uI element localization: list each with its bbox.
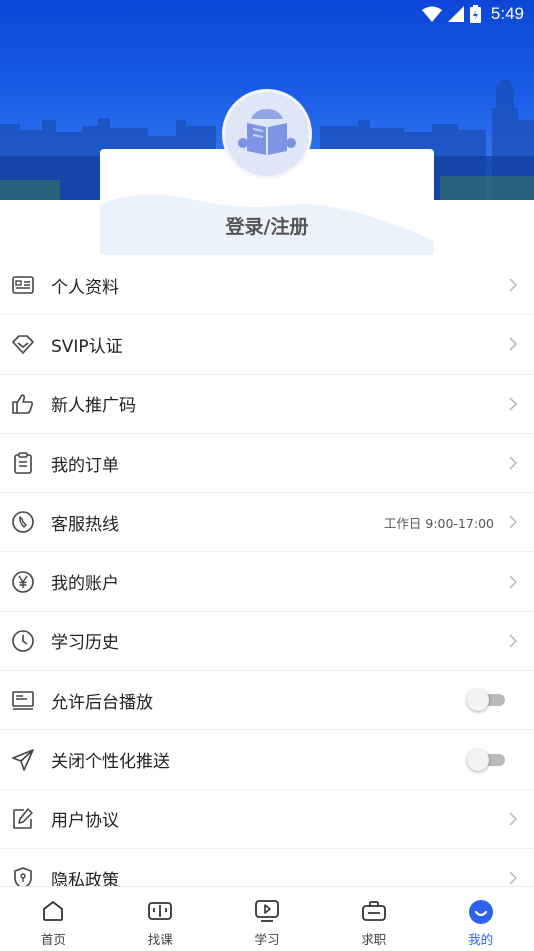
tab-label: 学习 [254,932,280,947]
settings-menu: 个人资料 SVIP认证 新人推广码 我的订单 客服热线 工作日 9:00-17:… [0,256,534,909]
tab-study[interactable]: 学习 [214,887,321,951]
menu-item-hotline[interactable]: 客服热线 工作日 9:00-17:00 [0,493,534,553]
menu-item-label: 个人资料 [51,277,119,298]
menu-item-label: 我的账户 [51,574,119,595]
briefcase-icon [361,901,386,921]
play-screen-icon [255,900,279,922]
clock-icon [12,630,34,652]
diamond-icon [12,335,34,355]
hotline-hours: 工作日 9:00-17:00 [383,515,494,531]
tab-home[interactable]: 首页 [0,887,107,951]
menu-item-label: 关闭个性化推送 [51,752,170,773]
chevron-right-icon [509,575,518,589]
tab-courses[interactable]: 找课 [107,887,214,951]
menu-item-background-play[interactable]: 允许后台播放 [0,671,534,731]
background-play-toggle[interactable] [467,689,505,712]
menu-item-personalized-push[interactable]: 关闭个性化推送 [0,730,534,790]
personalized-push-toggle[interactable] [467,748,505,771]
yen-icon [12,570,34,593]
menu-item-label: 新人推广码 [51,396,136,417]
menu-item-label: SVIP认证 [51,336,123,357]
chevron-right-icon [509,515,518,529]
menu-item-label: 学习历史 [51,633,119,654]
tab-label: 首页 [40,932,66,947]
chevron-right-icon [509,456,518,470]
home-icon [43,901,64,921]
status-bar: 5:49 [0,0,534,28]
menu-item-history[interactable]: 学习历史 [0,612,534,672]
phone-icon [12,511,34,534]
tab-label: 我的 [468,932,494,947]
bottom-tab-bar: 首页 找课 学习 求职 我的 [0,886,534,951]
login-register-link[interactable]: 登录/注册 [100,212,434,239]
edit-icon [13,808,33,829]
menu-item-user-agreement[interactable]: 用户协议 [0,790,534,849]
book-reader-icon [238,109,296,155]
chevron-right-icon [509,812,518,826]
chevron-right-icon [509,337,518,352]
menu-item-svip[interactable]: SVIP认证 [0,315,534,375]
menu-item-label: 允许后台播放 [51,692,153,713]
id-card-icon [12,276,34,294]
signal-icon [447,6,464,22]
menu-item-label: 客服热线 [51,514,119,535]
wifi-icon [421,6,442,22]
chevron-right-icon [509,278,518,292]
clipboard-icon [14,452,32,474]
send-icon [12,748,34,771]
menu-item-profile[interactable]: 个人资料 [0,256,534,316]
menu-item-label: 我的订单 [51,455,119,476]
avatar[interactable] [222,89,312,179]
menu-item-label: 用户协议 [51,811,119,832]
tab-label: 找课 [147,932,173,947]
chevron-right-icon [509,397,518,411]
menu-item-account[interactable]: 我的账户 [0,552,534,612]
chevron-right-icon [509,871,518,885]
menu-item-promo-code[interactable]: 新人推广码 [0,375,534,434]
menu-item-orders[interactable]: 我的订单 [0,434,534,494]
tab-jobs[interactable]: 求职 [320,887,427,951]
tab-mine[interactable]: 我的 [427,887,534,951]
smile-icon [468,900,493,924]
status-time: 5:49 [490,4,524,23]
chevron-right-icon [509,634,518,648]
player-icon [12,691,34,711]
thumbs-up-icon [12,393,34,414]
tab-label: 求职 [361,932,387,947]
book-icon [148,902,173,920]
battery-icon [469,5,481,23]
